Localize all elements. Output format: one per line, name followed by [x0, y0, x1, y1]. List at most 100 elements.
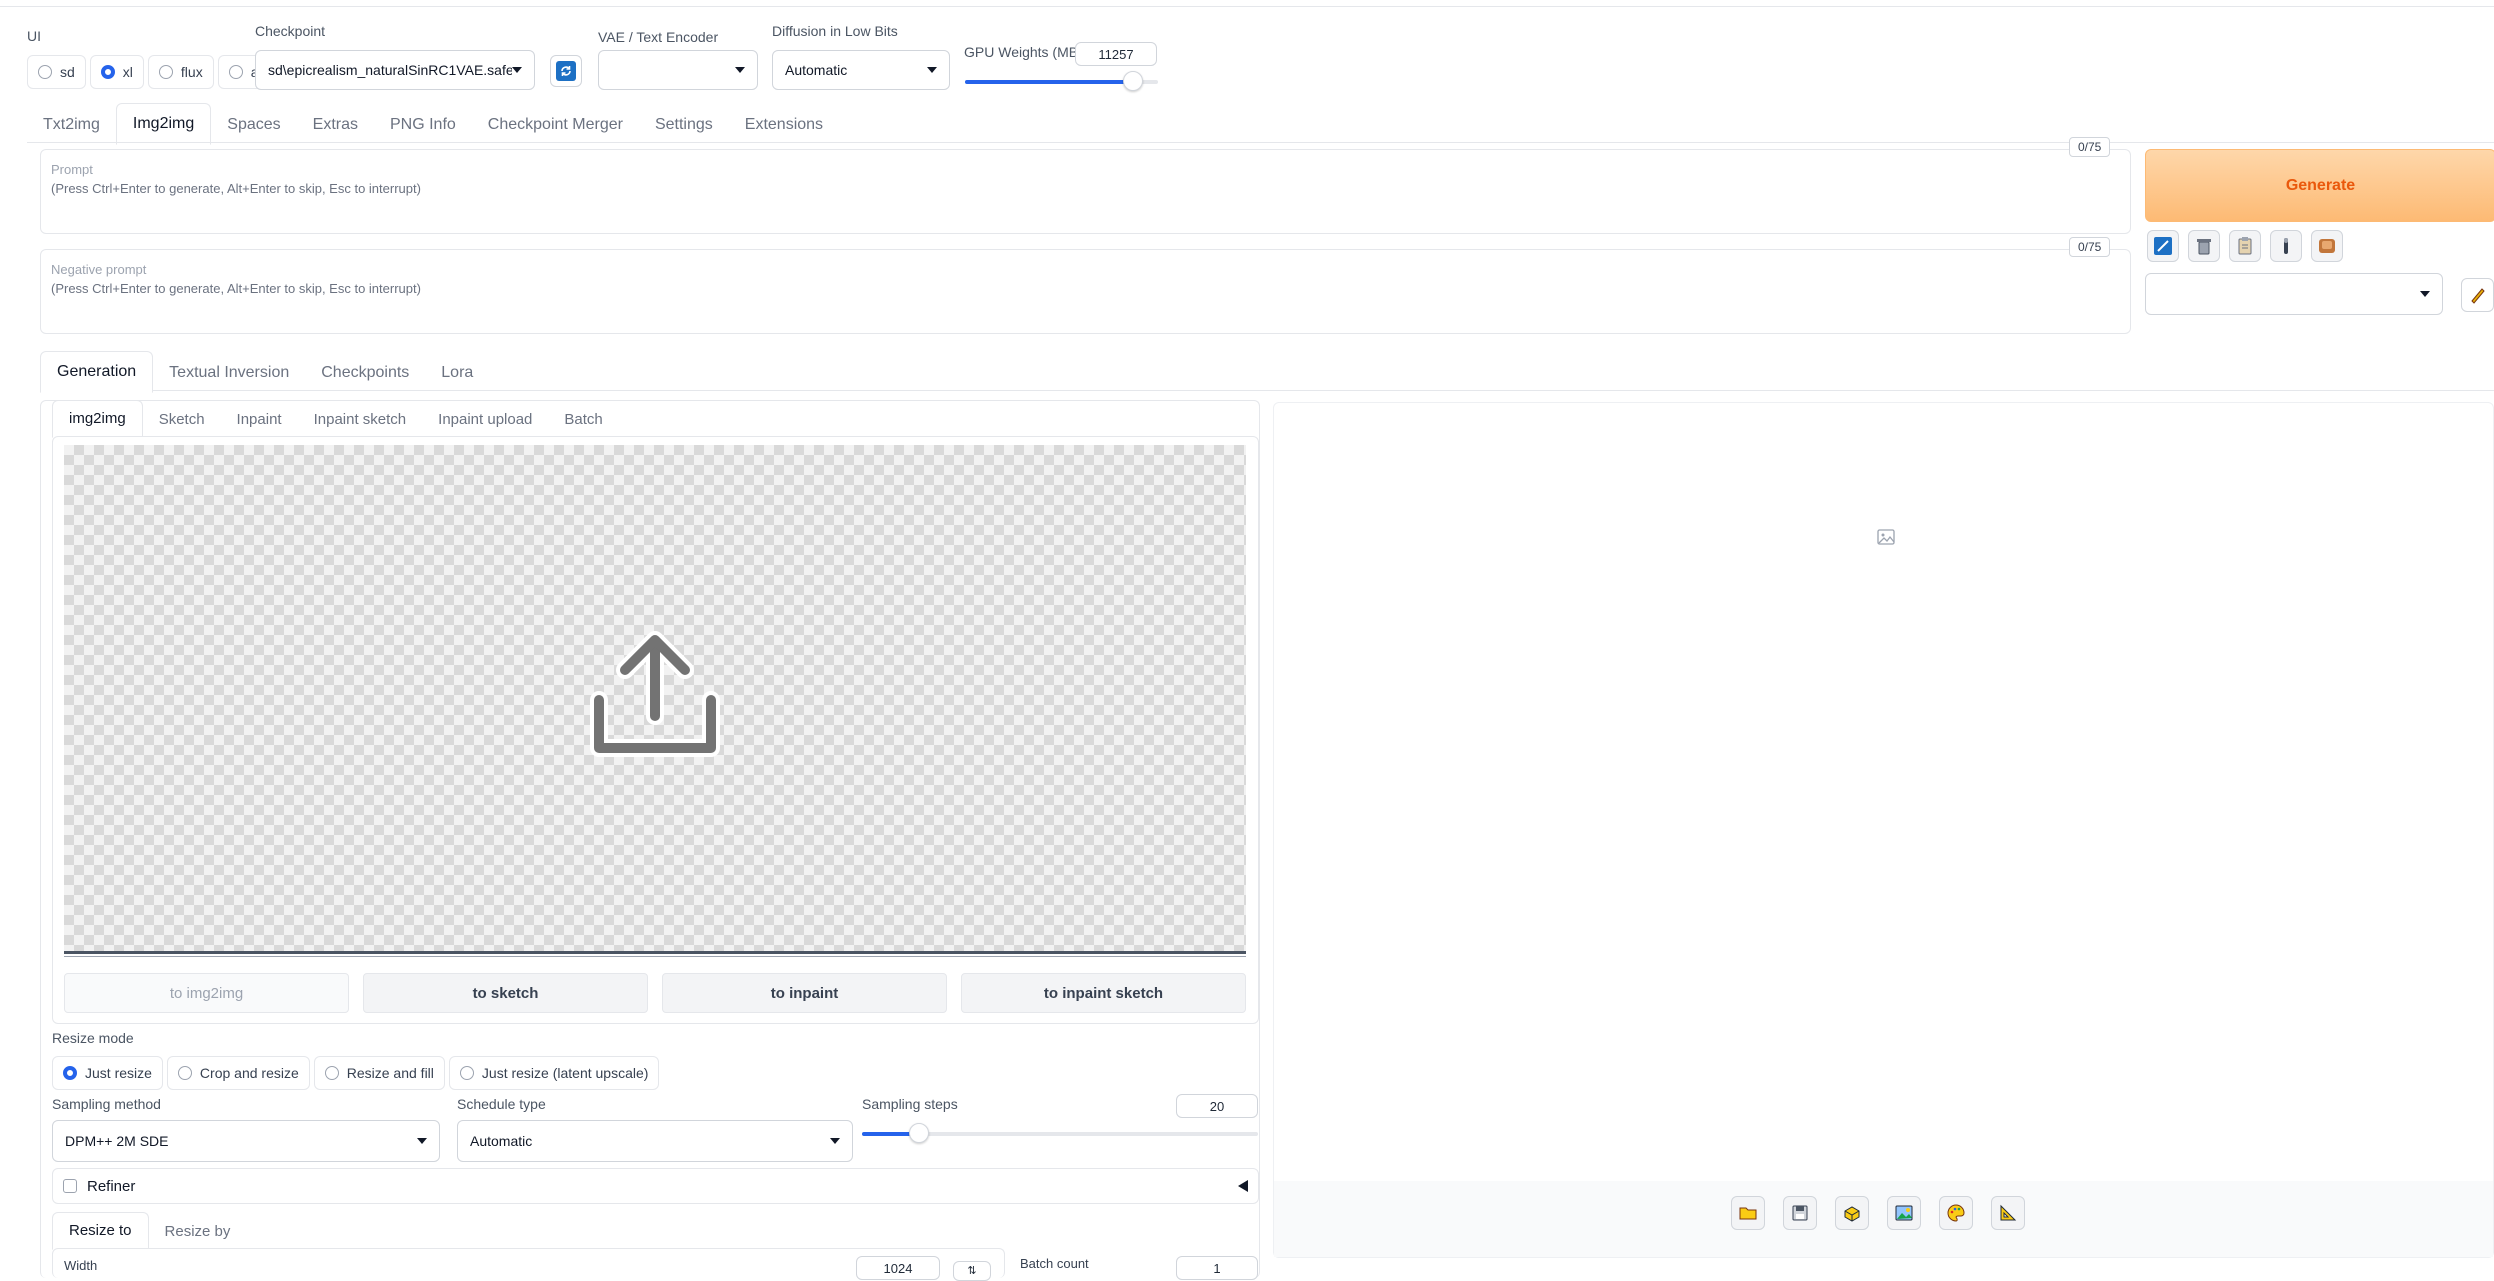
vae-dropdown[interactable]	[598, 50, 758, 90]
refiner-accordion[interactable]: Refiner	[52, 1168, 1259, 1204]
collapse-arrow-icon	[1238, 1180, 1248, 1192]
ui-label: UI	[27, 28, 41, 44]
schedule-type-value: Automatic	[470, 1133, 533, 1149]
edit-styles-button[interactable]	[2461, 278, 2494, 312]
tab-sketch[interactable]: Sketch	[143, 402, 221, 438]
prompt-toolbar	[2147, 230, 2343, 262]
swap-dimensions-button[interactable]: ⇅	[953, 1261, 991, 1281]
gpu-weights-slider[interactable]	[965, 71, 1158, 91]
tab-textual-inversion[interactable]: Textual Inversion	[153, 353, 305, 393]
chevron-down-icon	[2420, 291, 2430, 297]
generate-button[interactable]: Generate	[2145, 149, 2494, 222]
gallery-actions	[1731, 1196, 2025, 1230]
tab-txt2img[interactable]: Txt2img	[27, 105, 116, 145]
paste-params-button[interactable]	[2147, 230, 2179, 262]
sampling-steps-thumb[interactable]	[909, 1123, 929, 1143]
generation-tabs: Generation Textual Inversion Checkpoints…	[40, 351, 489, 393]
tab-png-info[interactable]: PNG Info	[374, 105, 472, 145]
folder-icon	[1739, 1207, 1757, 1220]
prompt-textarea[interactable]: Prompt (Press Ctrl+Enter to generate, Al…	[40, 149, 2131, 234]
send-to-inpaint-button[interactable]	[1939, 1196, 1973, 1230]
resize-option-resize-and-fill[interactable]: Resize and fill	[313, 1056, 445, 1090]
schedule-type-label: Schedule type	[457, 1096, 546, 1112]
tab-resize-by[interactable]: Resize by	[149, 1214, 247, 1250]
diffusion-dropdown[interactable]: Automatic	[772, 50, 950, 90]
to-inpaint-sketch-button[interactable]: to inpaint sketch	[961, 973, 1246, 1013]
clear-prompt-button[interactable]	[2188, 230, 2220, 262]
checkpoint-label: Checkpoint	[255, 23, 326, 39]
tab-settings[interactable]: Settings	[639, 105, 729, 145]
image-upload-dropzone[interactable]	[64, 445, 1246, 953]
checkpoint-dropdown[interactable]: sd\epicrealism_naturalSinRC1VAE.safete	[255, 50, 535, 90]
style-icon	[2284, 238, 2288, 254]
tab-lora[interactable]: Lora	[425, 353, 489, 393]
top-divider	[0, 6, 2494, 7]
refresh-checkpoint-button[interactable]	[550, 55, 582, 87]
resize-option-crop-and-resize[interactable]: Crop and resize	[166, 1056, 310, 1090]
tab-inpaint-sketch[interactable]: Inpaint sketch	[298, 402, 423, 438]
schedule-type-dropdown[interactable]: Automatic	[457, 1120, 853, 1162]
resize-option-latent-upscale[interactable]: Just resize (latent upscale)	[448, 1056, 660, 1090]
resize-option-just-resize[interactable]: Just resize	[52, 1056, 163, 1090]
radio-icon	[177, 1066, 192, 1080]
refiner-label: Refiner	[87, 1177, 136, 1195]
to-img2img-button[interactable]: to img2img	[64, 973, 349, 1013]
output-panel	[1273, 402, 2494, 1258]
zip-icon	[1844, 1206, 1860, 1222]
radio-icon	[38, 65, 52, 79]
styles-dropdown[interactable]	[2145, 273, 2443, 315]
refiner-header: Refiner	[63, 1178, 135, 1195]
ui-option-xl[interactable]: xl	[89, 55, 144, 89]
tab-batch[interactable]: Batch	[548, 402, 618, 438]
diffusion-value: Automatic	[785, 62, 848, 78]
gpu-weights-thumb[interactable]	[1123, 71, 1143, 91]
tab-img2img[interactable]: Img2img	[115, 103, 212, 145]
ui-option-sd[interactable]: sd	[27, 55, 86, 89]
negative-prompt-token-counter: 0/75	[2069, 237, 2111, 257]
tab-checkpoints[interactable]: Checkpoints	[305, 353, 425, 393]
tab-inpaint[interactable]: Inpaint	[221, 402, 298, 438]
negative-prompt-textarea[interactable]: Negative prompt (Press Ctrl+Enter to gen…	[40, 249, 2131, 334]
tab-img2img-mode[interactable]: img2img	[52, 400, 143, 438]
tab-generation[interactable]: Generation	[40, 351, 154, 393]
copy-to-buttons: to img2img to sketch to inpaint to inpai…	[64, 973, 1246, 1013]
tab-extensions[interactable]: Extensions	[729, 105, 839, 145]
radio-icon	[324, 1066, 339, 1080]
refresh-icon	[556, 61, 576, 81]
send-to-extras-button[interactable]	[1991, 1196, 2025, 1230]
refiner-checkbox[interactable]	[63, 1179, 77, 1193]
gpu-weights-input[interactable]: 11257	[1075, 42, 1157, 66]
send-to-img2img-button[interactable]	[1887, 1196, 1921, 1230]
sampling-method-dropdown[interactable]: DPM++ 2M SDE	[52, 1120, 440, 1162]
sampling-steps-slider[interactable]	[862, 1123, 1258, 1143]
trash-icon	[2197, 239, 2211, 255]
tab-extras[interactable]: Extras	[297, 105, 374, 145]
open-folder-button[interactable]	[1731, 1196, 1765, 1230]
ui-radio-group: sd xl flux all	[27, 55, 276, 89]
send-to-extras-icon	[2000, 1204, 2017, 1221]
radio-icon	[228, 65, 243, 79]
tab-spaces[interactable]: Spaces	[211, 105, 296, 145]
tab-checkpoint-merger[interactable]: Checkpoint Merger	[472, 105, 639, 145]
style-button[interactable]	[2270, 230, 2302, 262]
to-sketch-button[interactable]: to sketch	[363, 973, 648, 1013]
extra-networks-button[interactable]	[2311, 230, 2343, 262]
sampling-method-label: Sampling method	[52, 1096, 161, 1112]
tab-inpaint-upload[interactable]: Inpaint upload	[422, 402, 548, 438]
send-to-inpaint-icon	[1947, 1204, 1965, 1222]
zip-button[interactable]	[1835, 1196, 1869, 1230]
sampling-steps-input[interactable]: 20	[1176, 1094, 1258, 1118]
apply-styles-button[interactable]	[2229, 230, 2261, 262]
to-inpaint-button[interactable]: to inpaint	[662, 973, 947, 1013]
output-gallery	[1282, 411, 2485, 1181]
paste-params-icon	[2154, 237, 2172, 255]
chevron-down-icon	[417, 1138, 427, 1144]
swap-icon: ⇅	[967, 1265, 977, 1277]
width-input[interactable]: 1024	[856, 1256, 940, 1280]
chevron-down-icon	[830, 1138, 840, 1144]
chevron-down-icon	[512, 67, 522, 73]
ui-option-flux[interactable]: flux	[147, 55, 214, 89]
tab-resize-to[interactable]: Resize to	[52, 1212, 149, 1250]
save-button[interactable]	[1783, 1196, 1817, 1230]
batch-count-input[interactable]: 1	[1176, 1256, 1258, 1280]
